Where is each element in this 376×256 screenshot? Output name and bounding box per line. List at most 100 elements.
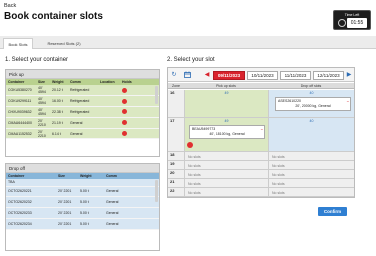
table-row[interactable]: CGKU5380270 40' 4594 20.12 t Refrigerate… bbox=[6, 85, 159, 97]
cell-size: 20' 2201 bbox=[56, 207, 78, 219]
table-row[interactable]: OCTO2620234 20' 2201 5.00 t General bbox=[6, 218, 159, 230]
dropoff-panel: Drop off Container Size Weight Comm TBA … bbox=[5, 163, 160, 251]
cell-size: 20' 2201 bbox=[56, 196, 78, 209]
pickup-slot-cell[interactable]: 49 BEAU5499773 40', 18100 kg, General – bbox=[184, 118, 268, 152]
remove-icon[interactable]: – bbox=[347, 98, 349, 103]
date-button[interactable]: 10/11/2023 bbox=[247, 71, 278, 80]
table-row[interactable]: CMAU6444400 20' 2210 21.19 t General bbox=[6, 117, 159, 129]
slot-panel: ↻ ◀ 09/11/2023 10/11/2023 11/11/2023 12/… bbox=[167, 67, 355, 198]
date-button[interactable]: 12/11/2023 bbox=[313, 71, 344, 80]
pickup-slot-cell: No slots bbox=[184, 161, 268, 170]
dropoff-slot-cell[interactable]: 40 ASES2610220 20', 20000 kg, General – bbox=[268, 90, 354, 118]
cell-size: 40' 4594 bbox=[36, 106, 50, 118]
slot-count: 49 bbox=[224, 91, 229, 95]
cell-container: OCTO2620232 bbox=[6, 196, 56, 209]
cell-weight: 5.00 t bbox=[78, 186, 104, 198]
booked-container[interactable]: ASES2610220 20', 20000 kg, General – bbox=[275, 97, 351, 111]
pickup-slot-cell: No slots bbox=[184, 152, 268, 161]
cell-weight: 16.00 t bbox=[50, 95, 68, 108]
date-button[interactable]: 11/11/2023 bbox=[280, 71, 311, 80]
confirm-button[interactable]: Confirm bbox=[318, 207, 347, 216]
table-row[interactable]: CHXU9039632 40' 4594 22.38 t Refrigerate… bbox=[6, 106, 159, 118]
tab-book-slots[interactable]: Book Slots bbox=[3, 38, 33, 49]
table-row[interactable]: OCTO2620233 20' 2201 5.00 t General bbox=[6, 207, 159, 219]
cell-weight: 22.38 t bbox=[50, 106, 68, 118]
cell-comm: General bbox=[68, 128, 98, 140]
cell-comm: General bbox=[68, 117, 98, 129]
cell-location bbox=[98, 128, 120, 140]
cell-container: CGKU9299111 bbox=[6, 95, 36, 108]
cell-weight: 5.00 t bbox=[78, 207, 104, 219]
cell-weight bbox=[78, 179, 104, 187]
table-row[interactable]: CMAU1152532 20' 2210 6.14 t General bbox=[6, 128, 159, 140]
remove-icon[interactable]: – bbox=[261, 126, 263, 131]
pickup-slot-cell[interactable]: 49 bbox=[184, 90, 268, 118]
zone-label: 17 bbox=[168, 118, 184, 152]
slot-count: 49 bbox=[224, 119, 229, 123]
cell-size: 20' 2201 bbox=[56, 218, 78, 230]
slot-count: 40 bbox=[309, 119, 314, 123]
hold-indicator-icon bbox=[122, 87, 127, 93]
zone-label: 16 bbox=[168, 90, 184, 118]
cell-comm: Refrigerated bbox=[68, 85, 98, 97]
table-row[interactable]: OCTO2620232 20' 2201 5.00 t General bbox=[6, 196, 159, 209]
booking-detail: 20', 20000 kg, General bbox=[295, 104, 331, 108]
timer-box: Time Left 01:55 bbox=[333, 10, 371, 30]
cell-location bbox=[98, 95, 120, 108]
table-row[interactable]: CGKU9299111 40' 4594 16.00 t Refrigerate… bbox=[6, 95, 159, 108]
zone-label: 21 bbox=[168, 179, 184, 188]
table-row[interactable]: TBA bbox=[6, 179, 159, 187]
timer-label: Time Left bbox=[344, 13, 360, 17]
date-button[interactable]: 09/11/2023 bbox=[213, 71, 245, 80]
no-slots-text: No slots bbox=[188, 191, 201, 195]
date-bar: ↻ ◀ 09/11/2023 10/11/2023 11/11/2023 12/… bbox=[168, 68, 354, 82]
cell-container: OCTO2620234 bbox=[6, 218, 56, 230]
cell-weight: 5.00 t bbox=[78, 218, 104, 230]
pickup-scrollbar[interactable] bbox=[155, 86, 158, 104]
zone-label: 18 bbox=[168, 152, 184, 161]
booked-container[interactable]: BEAU5499773 40', 18100 kg, General – bbox=[189, 125, 265, 139]
chevron-right-icon[interactable]: ▶ bbox=[345, 71, 353, 79]
slot-count: 40 bbox=[309, 91, 314, 95]
pickup-title: Pick up bbox=[6, 70, 159, 79]
cell-comm: General bbox=[104, 218, 159, 230]
cell-container: CMAU6444400 bbox=[6, 117, 36, 129]
dropoff-slot-cell[interactable]: 40 bbox=[268, 118, 354, 152]
cell-container: OCTO2620221 bbox=[6, 186, 56, 198]
cell-comm: General bbox=[104, 207, 159, 219]
hold-indicator-icon bbox=[122, 109, 127, 115]
col-pickup-slots: Pick up slots bbox=[184, 83, 268, 89]
refresh-icon[interactable]: ↻ bbox=[170, 71, 178, 79]
chevron-left-icon[interactable]: ◀ bbox=[203, 71, 211, 79]
no-slots-text: No slots bbox=[188, 182, 201, 186]
dropoff-slot-cell: No slots bbox=[268, 170, 354, 179]
cell-weight: 20.12 t bbox=[50, 85, 68, 97]
cell-size bbox=[56, 179, 78, 187]
calendar-icon[interactable] bbox=[183, 71, 191, 79]
cell-location bbox=[98, 85, 120, 97]
no-slots-text: No slots bbox=[188, 155, 201, 159]
slot-grid: Zone Pick up slots Drop off slots 16 49 … bbox=[168, 83, 354, 197]
hold-indicator-icon bbox=[187, 142, 193, 148]
pickup-slot-cell: No slots bbox=[184, 170, 268, 179]
pickup-slot-cell: No slots bbox=[184, 188, 268, 197]
timer-value: 01:55 bbox=[347, 18, 367, 28]
tab-bar: Book Slots Reserved Slots (2) bbox=[0, 36, 376, 49]
no-slots-text: No slots bbox=[272, 182, 285, 186]
dropoff-slot-cell: No slots bbox=[268, 179, 354, 188]
dropoff-slot-cell: No slots bbox=[268, 188, 354, 197]
back-link[interactable]: Back bbox=[4, 3, 16, 9]
cell-container: TBA bbox=[6, 179, 56, 187]
cell-container: CGKU5380270 bbox=[6, 85, 36, 97]
dropoff-scrollbar[interactable] bbox=[155, 180, 158, 202]
table-row[interactable]: OCTO2620221 20' 2201 5.00 t General bbox=[6, 186, 159, 198]
booking-id: BEAU5499773 bbox=[192, 127, 216, 131]
tab-reserved-slots[interactable]: Reserved Slots (2) bbox=[38, 38, 90, 49]
cell-comm: General bbox=[104, 186, 159, 198]
page-title: Book container slots bbox=[4, 11, 103, 22]
clock-icon bbox=[338, 19, 346, 27]
dropoff-table: Container Size Weight Comm TBA OCTO26202… bbox=[6, 173, 159, 230]
pickup-panel: Pick up Container Size Weight Comm Locat… bbox=[5, 69, 160, 157]
cell-comm bbox=[104, 179, 159, 187]
pickup-slot-cell: No slots bbox=[184, 179, 268, 188]
